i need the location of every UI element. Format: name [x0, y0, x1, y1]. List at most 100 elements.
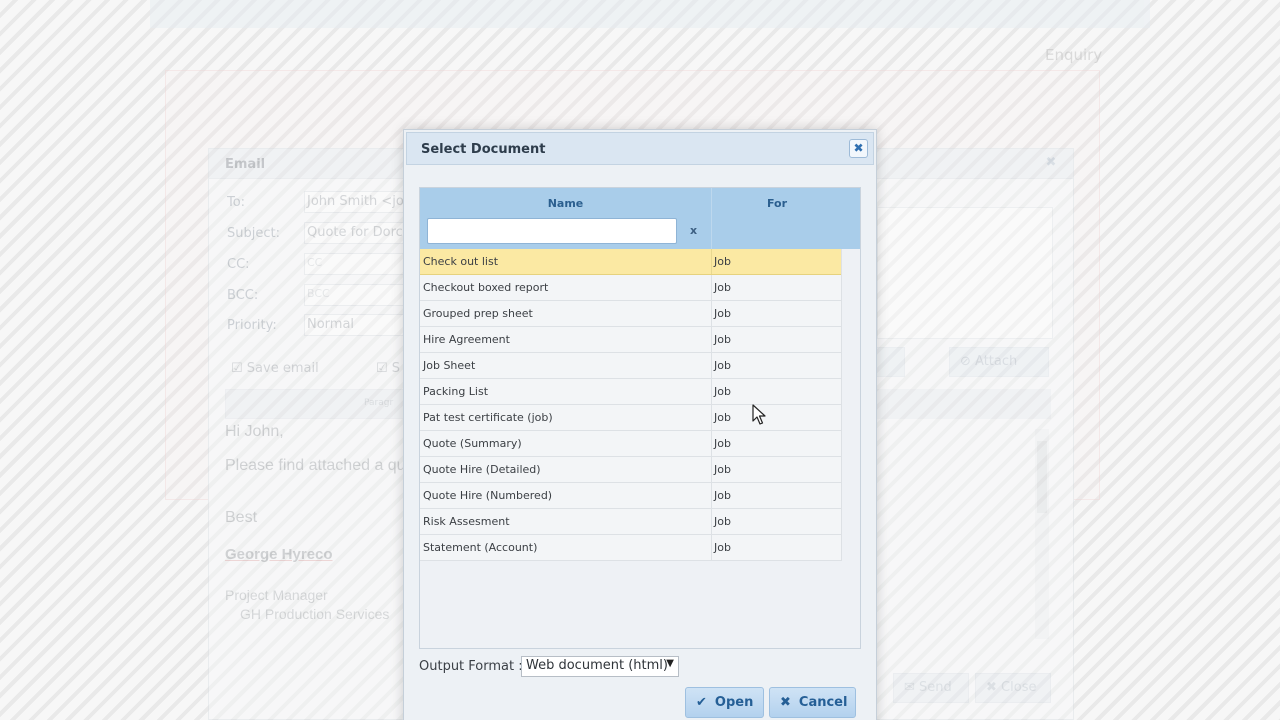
document-name-cell: Packing List: [423, 385, 489, 398]
cancel-button-label: Cancel: [798, 695, 848, 710]
document-row[interactable]: Checkout boxed report Job: [420, 275, 841, 301]
document-row[interactable]: Statement (Account) Job: [420, 535, 841, 561]
filter-clear-button[interactable]: x: [690, 224, 697, 237]
enquiry-label: Enquiry: [1045, 46, 1103, 64]
dialog-close-button[interactable]: ✖: [849, 139, 868, 158]
priority-select[interactable]: Normal: [304, 314, 414, 336]
subject-label: Subject:: [227, 226, 280, 241]
signature-company: GH Production Services: [240, 606, 390, 622]
document-for-cell: Job: [714, 541, 731, 554]
check-icon: ✔: [696, 695, 707, 710]
attach-button-label: Attach: [975, 354, 1018, 369]
app-top-bar: [150, 0, 1150, 28]
subject-field[interactable]: Quote for Dorcl: [304, 222, 414, 244]
cell-divider: [711, 301, 712, 326]
document-row[interactable]: Check out list Job: [420, 249, 841, 275]
document-for-cell: Job: [714, 281, 731, 294]
select-document-dialog: Select Document ✖ Name For x Check out l…: [403, 129, 877, 720]
cell-divider: [711, 431, 712, 456]
cell-divider: [711, 509, 712, 534]
document-for-cell: Job: [714, 515, 731, 528]
grid-header: Name For x: [420, 188, 860, 249]
second-checkbox-label: S: [391, 361, 401, 376]
document-row[interactable]: Job Sheet Job: [420, 353, 841, 379]
open-button[interactable]: ✔ Open: [685, 687, 764, 718]
document-name-cell: Pat test certificate (job): [423, 411, 553, 424]
column-header-for[interactable]: For: [712, 197, 842, 210]
send-button-label: Send: [919, 680, 952, 695]
cell-divider: [711, 405, 712, 430]
document-row[interactable]: Grouped prep sheet Job: [420, 301, 841, 327]
attach-button[interactable]: ⊘ Attach: [949, 347, 1049, 377]
cell-divider: [711, 353, 712, 378]
email-window-title: Email: [225, 157, 266, 172]
save-email-checkbox[interactable]: ☑ Save email: [231, 361, 319, 376]
document-list: Check out list Job Checkout boxed report Jo…: [420, 249, 841, 561]
paragraph-format-label[interactable]: Paragr: [364, 398, 393, 408]
editor-toolbar-right: [877, 389, 1051, 419]
document-row[interactable]: Quote (Summary) Job: [420, 431, 841, 457]
cell-divider: [711, 327, 712, 352]
cell-divider: [711, 379, 712, 404]
document-name-cell: Quote (Summary): [423, 437, 522, 450]
mouse-cursor-icon: [752, 404, 766, 425]
document-for-cell: Job: [714, 463, 731, 476]
email-body-line: Please find attached a qu: [225, 457, 406, 474]
document-for-cell: Job: [714, 359, 731, 372]
to-label: To:: [227, 195, 246, 210]
list-right-border: [841, 249, 842, 561]
document-for-cell: Job: [714, 489, 731, 502]
document-name-cell: Quote Hire (Numbered): [423, 489, 553, 502]
document-grid: Name For x Check out list Job Checkout box…: [419, 187, 861, 649]
document-row[interactable]: Pat test certificate (job) Job: [420, 405, 841, 431]
send-button[interactable]: ✉ Send: [893, 673, 969, 703]
document-row[interactable]: Packing List Job: [420, 379, 841, 405]
document-row[interactable]: Hire Agreement Job: [420, 327, 841, 353]
cell-divider: [711, 249, 712, 274]
email-body-closing: Best: [225, 509, 258, 526]
close-button-label: Close: [1001, 680, 1037, 695]
document-for-cell: Job: [714, 333, 731, 346]
output-format-value: Web document (html): [526, 658, 668, 673]
column-header-name[interactable]: Name: [420, 197, 711, 210]
document-for-cell: Job: [714, 385, 731, 398]
name-filter-input[interactable]: [427, 218, 677, 244]
document-name-cell: Job Sheet: [423, 359, 476, 372]
document-for-cell: Job: [714, 437, 731, 450]
cell-divider: [711, 275, 712, 300]
document-for-cell: Job: [714, 411, 731, 424]
open-button-label: Open: [714, 695, 754, 710]
paperclip-icon: ⊘: [960, 354, 971, 369]
attachments-box: [877, 207, 1053, 339]
email-close-icon[interactable]: ✖: [1043, 155, 1059, 171]
document-name-cell: Risk Assesment: [423, 515, 510, 528]
cell-divider: [711, 457, 712, 482]
cc-field[interactable]: CC: [304, 253, 414, 275]
to-field[interactable]: John Smith <joh: [304, 191, 414, 213]
save-email-label: Save email: [246, 361, 319, 376]
bcc-field[interactable]: BCC: [304, 284, 414, 306]
cell-divider: [711, 535, 712, 560]
document-name-cell: Grouped prep sheet: [423, 307, 533, 320]
document-name-cell: Checkout boxed report: [423, 281, 549, 294]
dialog-title: Select Document: [421, 142, 546, 157]
close-icon: ✖: [780, 695, 791, 710]
bcc-label: BCC:: [227, 288, 259, 303]
document-row[interactable]: Risk Assesment Job: [420, 509, 841, 535]
output-format-label: Output Format :: [419, 659, 523, 674]
document-row[interactable]: Quote Hire (Detailed) Job: [420, 457, 841, 483]
second-checkbox[interactable]: ☑ S: [376, 361, 400, 376]
send-icon: ✉: [904, 680, 915, 695]
signature-title: Project Manager: [225, 587, 328, 603]
close-button[interactable]: ✖ Close: [975, 673, 1051, 703]
cancel-button[interactable]: ✖ Cancel: [769, 687, 856, 718]
priority-label: Priority:: [227, 318, 277, 333]
output-format-select[interactable]: Web document (html) ▼: [521, 656, 679, 677]
document-name-cell: Hire Agreement: [423, 333, 510, 346]
cell-divider: [711, 483, 712, 508]
document-row[interactable]: Quote Hire (Numbered) Job: [420, 483, 841, 509]
editor-scrollbar-thumb[interactable]: [1037, 441, 1047, 513]
close-icon: ✖: [853, 141, 864, 155]
document-for-cell: Job: [714, 255, 731, 268]
document-name-cell: Statement (Account): [423, 541, 538, 554]
